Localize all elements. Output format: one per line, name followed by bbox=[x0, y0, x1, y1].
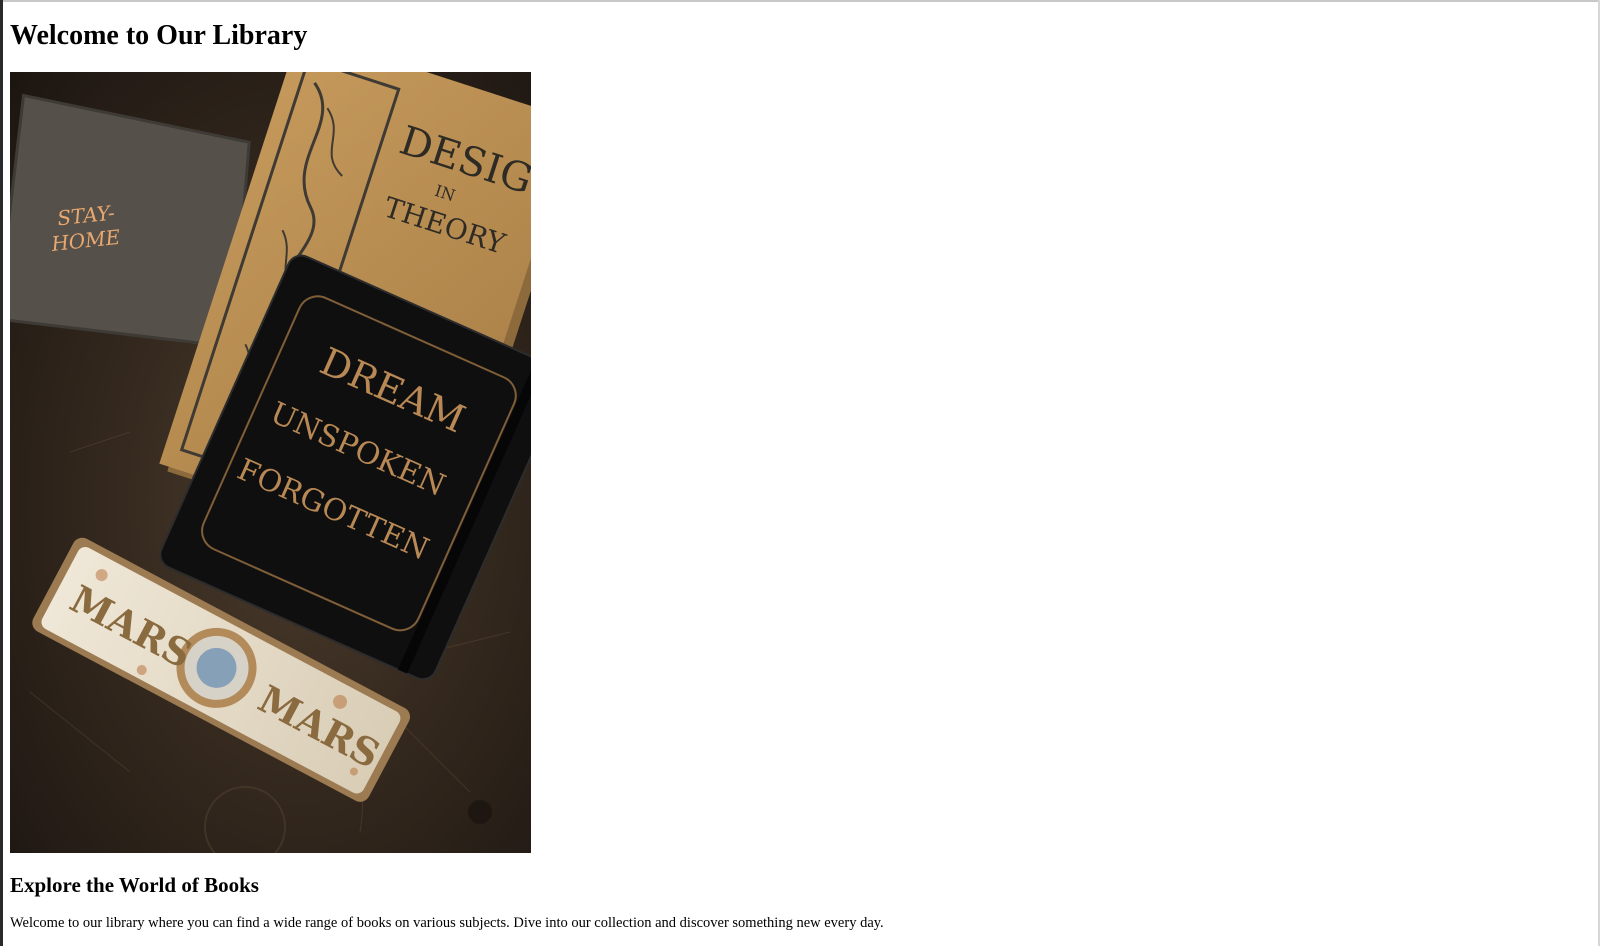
books-photo-icon: STAY- HOME DESIG IN THEORY DREAM UNSPOKE… bbox=[10, 72, 531, 853]
window-left-border bbox=[0, 0, 3, 946]
section-heading: Explore the World of Books bbox=[10, 873, 259, 897]
page-title: Welcome to Our Library bbox=[10, 20, 308, 51]
window-top-border bbox=[0, 0, 1600, 2]
section-body: Welcome to our library where you can fin… bbox=[10, 915, 884, 931]
